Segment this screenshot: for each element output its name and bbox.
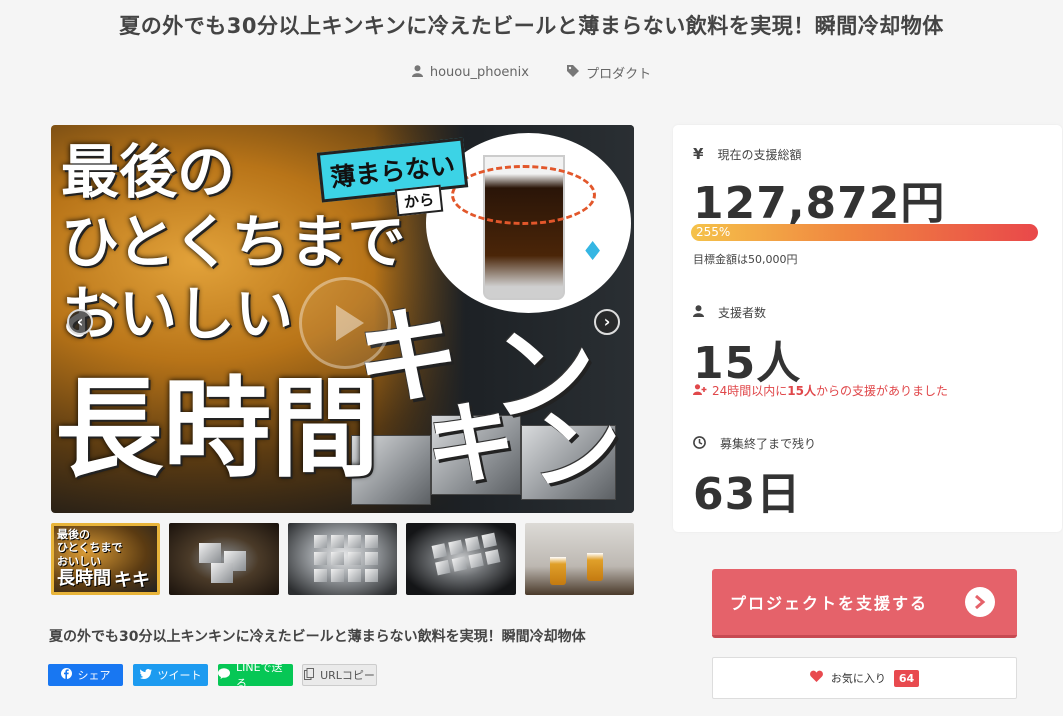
project-page: 夏の外でも30分以上キンキンに冷えたビールと薄まらない飲料を実現！瞬間冷却物体 … xyxy=(0,0,1063,716)
hero-line-2: ひとくちまで xyxy=(61,208,406,276)
beer-glass xyxy=(549,557,566,585)
person-icon xyxy=(693,305,704,320)
favorite-button[interactable]: お気に入り 64 xyxy=(712,657,1017,699)
project-meta: houou_phoenix プロダクト xyxy=(0,63,1063,82)
thumb-text-5: キキ xyxy=(114,570,150,591)
copy-icon xyxy=(304,667,315,683)
remaining-days: 63日 xyxy=(693,469,802,520)
user-icon xyxy=(411,64,423,81)
clock-icon xyxy=(693,435,706,452)
ice-tray xyxy=(431,532,501,576)
hero-kin-4: ン xyxy=(531,397,621,502)
play-icon[interactable] xyxy=(299,277,391,369)
recent-pre: 24時間以内に xyxy=(712,384,788,398)
author-link[interactable]: houou_phoenix xyxy=(411,64,529,81)
ice-cube-grid xyxy=(313,535,378,582)
remaining-label: 募集終了まで残り xyxy=(720,437,817,451)
hero-kin-3: キ xyxy=(426,392,516,497)
total-amount: 127,872円 xyxy=(693,178,946,229)
thumbnail-5[interactable] xyxy=(524,523,634,595)
hero-line-3: おいしい xyxy=(61,280,294,348)
total-label: 現在の支援総額 xyxy=(717,147,802,162)
yen-icon: ¥ xyxy=(693,145,704,163)
highlight-ellipse xyxy=(451,165,596,225)
thumb-text-1: 最後の xyxy=(57,528,90,541)
favorite-label: お気に入り xyxy=(830,672,886,685)
line-share-button[interactable]: LINEで送る xyxy=(218,661,293,690)
progress-percent: 255% xyxy=(696,225,731,239)
line-icon xyxy=(218,668,230,682)
category-link[interactable]: プロダクト xyxy=(567,63,651,82)
recent-supporters: 24時間以内に15人からの支援がありました xyxy=(693,382,948,399)
thumbnail-1[interactable]: 最後の ひとくちまで おいしい 長時間 キキ xyxy=(51,523,161,595)
recent-post: からの支援がありました xyxy=(815,384,948,398)
category-name: プロダクト xyxy=(586,67,652,82)
favorite-count: 64 xyxy=(893,669,920,687)
target-amount: 目標金額は50,000円 xyxy=(693,253,798,266)
beer-glass xyxy=(586,553,603,581)
twitter-share-label: ツイート xyxy=(157,669,202,682)
author-name: houou_phoenix xyxy=(429,65,529,80)
thumbnail-3[interactable] xyxy=(287,523,398,595)
total-label-row: ¥ 現在の支援総額 xyxy=(693,145,801,163)
facebook-share-button[interactable]: シェア xyxy=(48,664,123,686)
thumb-text-2: ひとくちまで xyxy=(57,541,123,554)
facebook-icon xyxy=(60,668,72,682)
ice-cube xyxy=(199,543,222,563)
hero-line-4: 長時間 xyxy=(55,366,380,492)
funding-stats-panel: ¥ 現在の支援総額 127,872円 255% 目標金額は50,000円 支援者… xyxy=(673,125,1062,532)
heart-icon xyxy=(809,670,823,686)
thumbnail-strip: 最後の ひとくちまで おいしい 長時間 キキ xyxy=(51,523,634,595)
hero-line-1: 最後の xyxy=(61,138,236,206)
thumbnail-4[interactable] xyxy=(406,523,516,595)
support-project-button[interactable]: プロジェクトを支援する xyxy=(712,569,1017,638)
line-share-label: LINEで送る xyxy=(236,661,283,690)
support-project-label: プロジェクトを支援する xyxy=(730,594,929,613)
progress-bar: 255% xyxy=(691,224,1038,241)
tag-icon xyxy=(567,64,580,81)
water-drop-icon: ♦ xyxy=(581,237,605,267)
next-slide-button[interactable]: › xyxy=(594,309,620,335)
facebook-share-label: シェア xyxy=(77,669,111,682)
remaining-label-row: 募集終了まで残り xyxy=(693,435,816,452)
thumb-text-3: おいしい xyxy=(57,555,101,568)
url-copy-button[interactable]: URLコピー xyxy=(302,664,377,686)
thumbnail-2[interactable] xyxy=(169,523,279,595)
ice-cube xyxy=(211,563,234,583)
twitter-icon xyxy=(139,668,152,682)
twitter-share-button[interactable]: ツイート xyxy=(133,664,208,686)
recent-count: 15人 xyxy=(787,384,816,398)
prev-slide-button[interactable]: ‹ xyxy=(67,309,93,335)
thumb-text-4: 長時間 xyxy=(57,568,111,589)
chevron-right-icon xyxy=(965,587,995,617)
people-plus-icon xyxy=(693,383,707,398)
project-description: 夏の外でも30分以上キンキンに冷えたビールと薄まらない飲料を実現！瞬間冷却物体 xyxy=(49,629,586,645)
main-image-slider[interactable]: ♦ 薄まらない から 最後の ひとくちまで おいしい 長時間 キ ン キ ン ‹… xyxy=(51,125,634,513)
supporters-label: 支援者数 xyxy=(718,306,767,320)
url-copy-label: URLコピー xyxy=(320,669,375,682)
supporters-label-row: 支援者数 xyxy=(693,304,766,321)
page-title: 夏の外でも30分以上キンキンに冷えたビールと薄まらない飲料を実現！瞬間冷却物体 xyxy=(119,14,944,38)
